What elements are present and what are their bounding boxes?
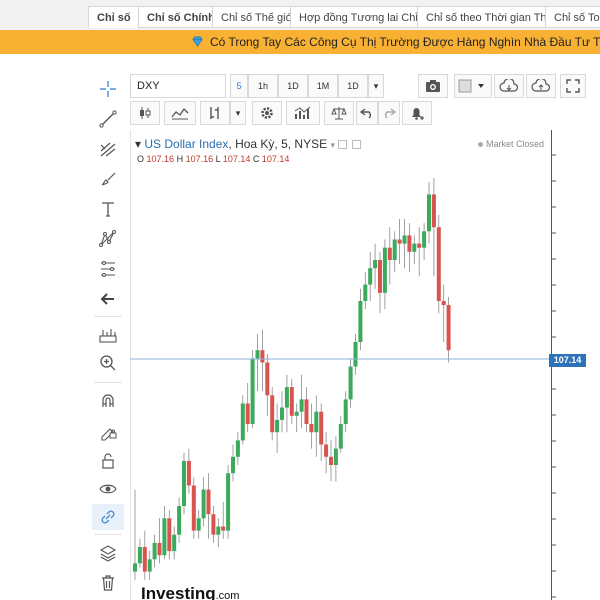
candle-up: [162, 518, 167, 556]
candle-down: [436, 227, 441, 301]
candle-down: [221, 526, 226, 531]
candle-up: [137, 547, 142, 564]
candle-down: [324, 444, 329, 457]
last-price-label: 107.14: [549, 354, 586, 367]
open-label: O: [137, 154, 145, 164]
market-status-text: Market Closed: [486, 139, 545, 149]
candle-down: [191, 485, 196, 531]
high-value: 107.16: [185, 154, 214, 164]
low-value: 107.14: [222, 154, 251, 164]
candlestick-series: [133, 178, 451, 580]
candle-up: [177, 506, 182, 535]
candle-up: [299, 399, 304, 412]
candlestick-chart: [130, 154, 556, 598]
candle-down: [289, 387, 294, 416]
candle-up: [333, 448, 338, 465]
candle-up: [133, 563, 137, 572]
candle-up: [216, 526, 221, 535]
status-dot-icon: [478, 142, 483, 148]
candle-up: [294, 411, 299, 416]
candle-up: [363, 284, 368, 301]
legend-dropdown-icon[interactable]: ▾: [330, 140, 337, 150]
candle-down: [304, 399, 309, 424]
candle-up: [250, 358, 255, 424]
candle-down: [407, 235, 412, 252]
candle-up: [172, 534, 177, 552]
candle-up: [226, 473, 231, 531]
candle-down: [319, 411, 324, 445]
candle-down: [142, 547, 147, 572]
candle-up: [182, 460, 186, 506]
candle-up: [348, 366, 353, 400]
candle-up: [201, 489, 206, 519]
symbol-name: US Dollar Index: [144, 137, 229, 151]
candle-up: [358, 301, 363, 342]
candle-up: [402, 235, 407, 244]
low-label: L: [215, 154, 221, 164]
candle-down: [186, 460, 191, 486]
logo-suffix: .com: [215, 590, 240, 600]
candle-up: [196, 518, 201, 531]
candle-down: [211, 514, 216, 535]
candle-up: [152, 542, 157, 560]
investing-logo: Investing.com: [141, 584, 239, 600]
candle-up: [412, 243, 417, 252]
candle-up: [240, 403, 245, 441]
close-label: C: [252, 154, 260, 164]
candle-up: [382, 247, 387, 293]
legend-close-icon[interactable]: [351, 140, 361, 150]
open-value: 107.16: [146, 154, 175, 164]
candle-up: [231, 456, 235, 474]
high-label: H: [176, 154, 184, 164]
candle-up: [353, 342, 358, 367]
candle-down: [157, 542, 162, 556]
candle-down: [397, 239, 402, 244]
candle-up: [275, 419, 280, 433]
candle-down: [431, 194, 436, 228]
candle-down: [446, 305, 451, 351]
candle-down: [387, 247, 392, 260]
candle-up: [314, 411, 319, 433]
logo-text: Investing: [141, 584, 216, 600]
candle-down: [309, 424, 314, 433]
chart-legend-title: ▾ US Dollar Index, Hoa Kỳ, 5, NYSE ▾: [135, 137, 361, 151]
close-value: 107.14: [261, 154, 290, 164]
candle-down: [167, 518, 172, 552]
candle-up: [284, 387, 289, 408]
candle-down: [265, 362, 270, 396]
candle-up: [427, 194, 431, 232]
candle-up: [368, 268, 373, 285]
candle-up: [338, 424, 343, 449]
candle-up: [343, 399, 348, 424]
candle-up: [422, 231, 427, 248]
candle-down: [245, 403, 250, 424]
candle-down: [417, 243, 422, 248]
app-root: Chỉ số Chỉ số Chính Chỉ số Thế giới Hợp …: [0, 0, 600, 600]
candle-up: [392, 239, 397, 260]
legend-settings-icon[interactable]: [337, 140, 347, 150]
candle-up: [280, 407, 284, 420]
candle-up: [255, 350, 260, 359]
candle-up: [147, 559, 152, 572]
candle-down: [260, 350, 265, 363]
collapse-arrow-icon[interactable]: ▾: [135, 137, 144, 151]
ohlc-readout: O 107.16 H 107.16 L 107.14 C 107.14: [137, 154, 289, 164]
candle-up: [373, 260, 378, 269]
candle-up: [235, 440, 240, 457]
market-status: Market Closed: [478, 139, 544, 149]
candle-down: [329, 456, 333, 465]
candle-down: [206, 489, 211, 515]
candle-down: [378, 260, 382, 293]
candle-down: [270, 395, 275, 433]
candle-down: [441, 301, 446, 306]
symbol-details: , Hoa Kỳ, 5, NYSE: [228, 137, 328, 151]
